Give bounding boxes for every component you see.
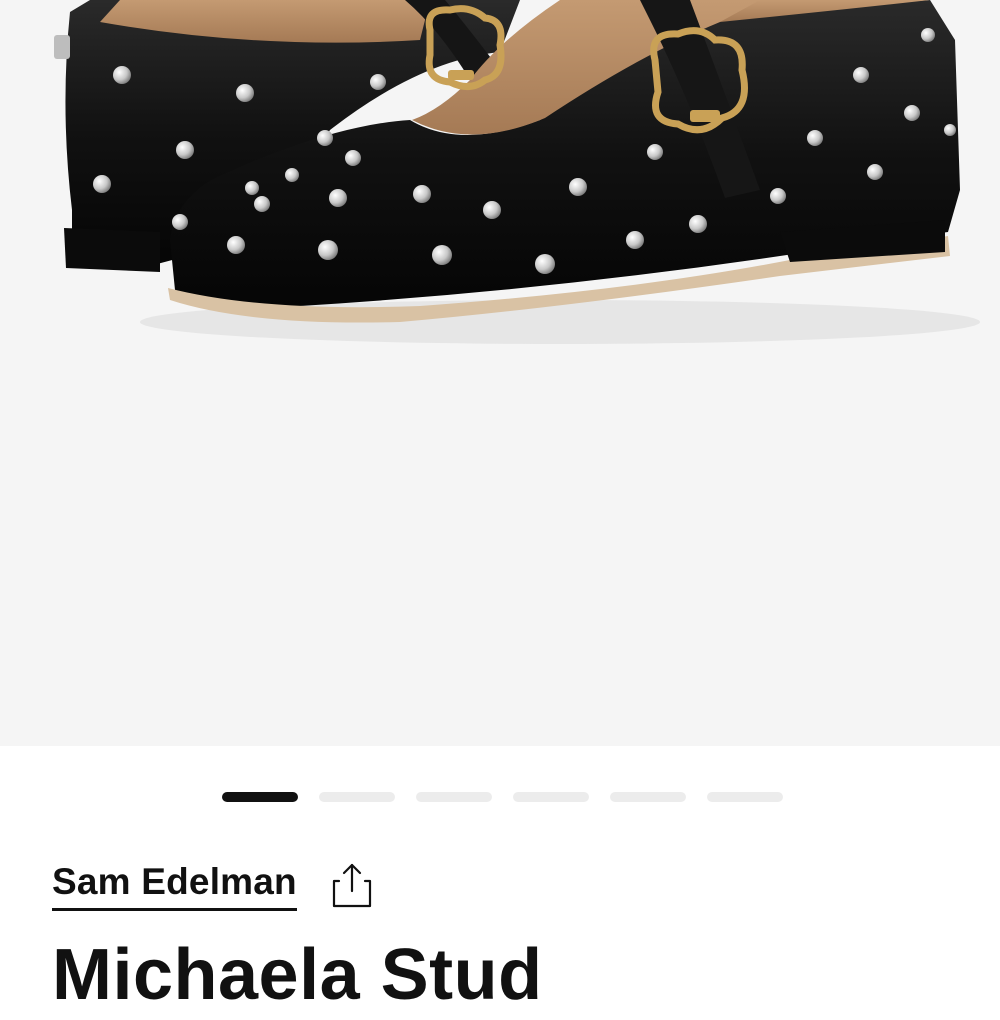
product-image-gallery[interactable]: [0, 0, 1000, 746]
gallery-dot-2[interactable]: [319, 792, 395, 802]
gallery-dot-4[interactable]: [513, 792, 589, 802]
brand-row: Sam Edelman: [52, 858, 373, 911]
brand-link[interactable]: Sam Edelman: [52, 858, 297, 911]
product-image: [54, 0, 980, 344]
share-icon: [332, 863, 371, 907]
gallery-dot-6[interactable]: [707, 792, 783, 802]
share-button[interactable]: [331, 861, 373, 909]
product-title: Michaela Stud: [52, 935, 543, 1015]
gallery-pagination: [222, 792, 783, 802]
gallery-dot-3[interactable]: [416, 792, 492, 802]
gallery-dot-1[interactable]: [222, 792, 298, 802]
gallery-dot-5[interactable]: [610, 792, 686, 802]
